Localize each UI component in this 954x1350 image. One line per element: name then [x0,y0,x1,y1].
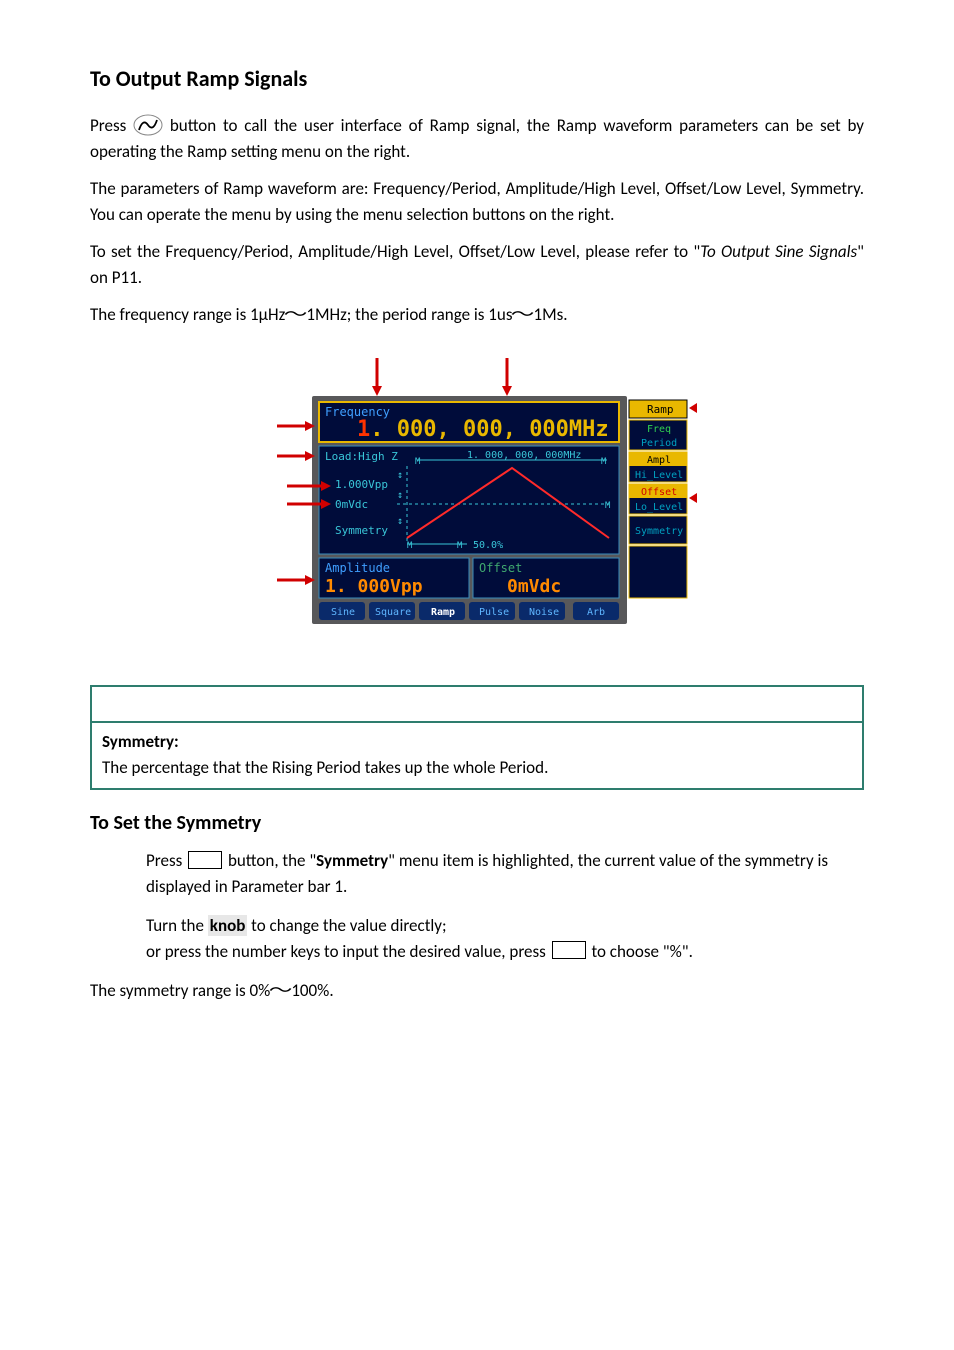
text: To set the Frequency/Period, Amplitude/H… [90,241,700,262]
svg-text:M: M [457,541,463,551]
paragraph-sym-range: The symmetry range is 0%～100%. [90,978,864,1004]
svg-text:↕: ↕ [397,516,403,527]
heading-output-ramp: To Output Ramp Signals [90,62,864,95]
tab-arb[interactable]: Arb [587,607,605,618]
offset-label: Offset [479,561,522,575]
glossary-definition: The percentage that the Rising Period ta… [102,755,852,781]
paragraph-intro: Press button to call the user interface … [90,113,864,164]
symmetry-readout-value: 50.0% [473,540,503,551]
menu-header-ramp: Ramp [647,403,674,416]
menu-item-freq[interactable]: Freq [647,424,671,435]
function-key-placeholder[interactable] [188,851,222,869]
tilde-glyph: ～ [511,302,535,328]
heading-set-symmetry: To Set the Symmetry [90,808,864,838]
symmetry-readout-label: Symmetry [335,524,388,537]
tab-noise[interactable]: Noise [529,607,559,618]
bold-symmetry: Symmetry [316,850,388,871]
text: Press [90,115,133,136]
step-2: Turn the knob to change the value direct… [146,913,864,964]
arrow-left-icon [689,493,697,503]
dc-readout: 0mVdc [335,498,368,511]
vpp-readout: 1.000Vpp [335,478,388,491]
amplitude-value: 1. 000Vpp [325,576,423,597]
text: button to call the user interface of Ram… [90,115,864,162]
arrow-left-icon [689,403,697,413]
paragraph-params: The parameters of Ramp waveform are: Fre… [90,176,864,227]
text: The frequency range is 1μHz [90,304,285,325]
text: The symmetry range is 0% [90,980,270,1001]
knob-highlight: knob [208,915,248,936]
tab-ramp[interactable]: Ramp [431,607,455,618]
tilde-glyph: ～ [284,302,308,328]
arrow-down-icon [372,358,382,396]
svg-text:1. 000, 000, 000MHz: 1. 000, 000, 000MHz [357,417,609,442]
arrow-right-icon [277,451,315,461]
arrow-right-icon [277,575,315,585]
arrow-down-icon [502,358,512,396]
text: button, the " [228,850,316,871]
text: 1Ms. [533,304,567,325]
glossary-header-spacer [92,687,862,723]
glossary-term: Symmetry: [102,729,852,755]
paragraph-range: The frequency range is 1μHz～1MHz; the pe… [90,302,864,328]
text: 100%. [291,980,333,1001]
svg-text:M: M [407,541,413,551]
offset-value: 0mVdc [507,576,561,597]
text: or press the number keys to input the de… [146,941,550,962]
menu-item-ampl[interactable]: Ampl [647,455,671,466]
paragraph-refer: To set the Frequency/Period, Amplitude/H… [90,239,864,290]
menu-item-symmetry[interactable]: Symmetry [635,526,683,537]
reference-link-text: To Output Sine Signals [700,241,857,262]
device-screenshot: Frequency 1. 000, 000, 000MHz Load:High … [90,348,864,646]
glossary-box: Symmetry: The percentage that the Rising… [90,685,864,790]
menu-item-offset[interactable]: Offset [641,487,677,498]
x-axis-label: 1. 000, 000, 000MHz [467,450,581,461]
tab-square[interactable]: Square [375,607,411,618]
freq-value-rest: . 000, 000, 000MHz [370,417,608,442]
menu-item-period[interactable]: Period [641,438,677,449]
text: Turn the [146,915,208,936]
text: 1MHz; the period range is 1us [306,304,512,325]
load-label: Load:High Z [325,450,398,463]
menu-item-lolevel[interactable]: Lo_Level [635,502,683,513]
amplitude-label: Amplitude [325,561,390,575]
function-key-placeholder[interactable] [552,941,586,959]
menu-item-hilevel[interactable]: Hi_Level [635,470,683,481]
ramp-waveform-icon [133,114,163,136]
tab-sine[interactable]: Sine [331,607,355,618]
step-1: Press button, the "Symmetry" menu item i… [146,848,864,899]
freq-digit-active: 1 [357,417,370,442]
svg-text:↕: ↕ [397,470,403,481]
arrow-right-icon [277,421,315,431]
text: to choose "%". [591,941,692,962]
text: Press [146,850,186,871]
tilde-glyph: ～ [269,978,293,1004]
tab-pulse[interactable]: Pulse [479,607,509,618]
svg-text:M: M [415,457,421,467]
svg-text:↕: ↕ [397,490,403,501]
svg-text:M: M [601,457,607,467]
svg-text:M: M [605,501,611,511]
text: to change the value directly; [247,915,446,936]
